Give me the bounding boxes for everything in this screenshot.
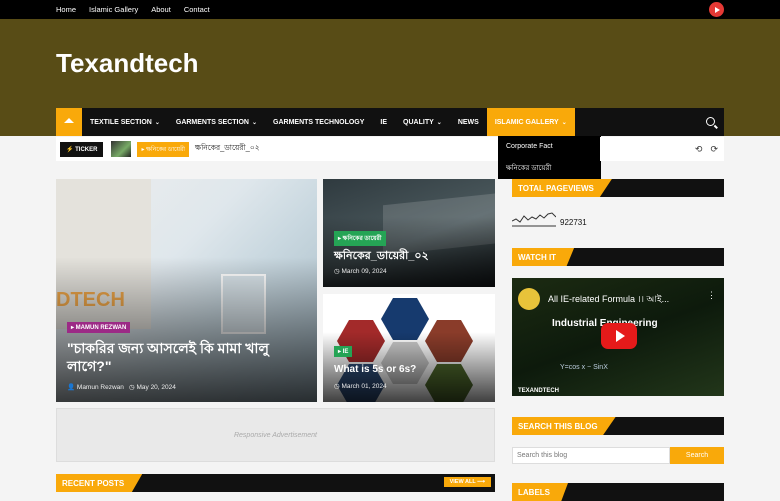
ticker-controls: ⟲ ⟳	[600, 137, 724, 161]
main-nav: TEXTILE SECTION ⌄ GARMENTS SECTION ⌄ GARME…	[56, 108, 724, 136]
ad-placeholder-text: Responsive Advertisement	[233, 431, 317, 439]
section-title: TOTAL PAGEVIEWS	[512, 179, 612, 197]
youtube-icon[interactable]	[709, 2, 724, 17]
post-date: ◷ March 01, 2024	[334, 383, 387, 390]
chevron-down-icon: ⌄	[436, 119, 442, 126]
post-category-tag[interactable]: ▸ IE	[334, 346, 353, 357]
ticker-bar: ⚡ TICKER ▸ ক্ষনিকের ডায়েরী ক্ষনিকের_ডায…	[56, 137, 498, 161]
chevron-down-icon: ⌄	[154, 119, 160, 126]
featured-post-main[interactable]: DTECH ▸ MAMUN REZWAN "চাকরির জন্য আসলেই …	[56, 179, 317, 402]
post-date: ◷ May 20, 2024	[129, 384, 176, 391]
video-title[interactable]: All IE-related Formula ।। আই...	[548, 292, 669, 307]
play-button-icon[interactable]	[601, 323, 637, 349]
section-title: WATCH IT	[512, 248, 575, 266]
chevron-down-icon: ⌄	[561, 119, 567, 126]
top-links: Home Islamic Gallery About Contact	[56, 0, 210, 19]
nav-item-textile-section[interactable]: TEXTILE SECTION ⌄	[82, 108, 168, 136]
top-link-islamic-gallery[interactable]: Islamic Gallery	[89, 5, 138, 14]
dropdown-item-corporate-fact[interactable]: Corporate Fact	[498, 136, 601, 157]
nav-item-ie[interactable]: IE	[372, 108, 395, 136]
section-title: LABELS	[512, 483, 568, 501]
search-input[interactable]: Search this blog	[512, 447, 670, 464]
labels-header: LABELS	[512, 483, 724, 501]
post-title[interactable]: "চাকরির জন্য আসলেই কি মামা খালু লাগে?"	[67, 339, 307, 375]
nav-item-quality[interactable]: QUALITY ⌄	[395, 108, 450, 136]
top-link-contact[interactable]: Contact	[184, 5, 210, 14]
site-title[interactable]: Texandtech	[56, 48, 199, 79]
ticker-prev-icon[interactable]: ⟲	[695, 144, 703, 155]
search-button[interactable]: Search	[670, 447, 724, 464]
view-all-button[interactable]: VIEW ALL ⟶	[443, 477, 491, 487]
featured-post-diary[interactable]: ▸ ক্ষনিকের ডায়েরী ক্ষনিকের_ডায়েরী_০২ ◷…	[323, 179, 495, 287]
pageviews-widget: 922731	[512, 207, 587, 227]
top-bar: Home Islamic Gallery About Contact	[0, 0, 780, 19]
islamic-gallery-dropdown: Corporate Fact ক্ষনিকের ডায়েরী	[498, 136, 601, 179]
sparkline-chart	[512, 212, 556, 227]
ticker-post-link[interactable]: ক্ষনিকের_ডায়েরী_০২	[195, 143, 260, 155]
post-category-tag[interactable]: ▸ ক্ষনিকের ডায়েরী	[334, 231, 386, 246]
top-link-about[interactable]: About	[151, 5, 171, 14]
top-link-home[interactable]: Home	[56, 5, 76, 14]
channel-logo[interactable]	[518, 288, 540, 310]
video-formula-graphic: Y=cos x − SinX	[560, 364, 608, 371]
video-footer-label: TEXANDTECH	[518, 388, 560, 394]
nav-item-islamic-gallery[interactable]: ISLAMIC GALLERY ⌄	[486, 108, 575, 136]
pageviews-count: 922731	[560, 218, 587, 227]
ad-slot: Responsive Advertisement	[56, 408, 495, 462]
section-title: SEARCH THIS BLOG	[512, 417, 616, 435]
dropdown-item-diary[interactable]: ক্ষনিকের ডায়েরী	[498, 157, 601, 178]
youtube-embed[interactable]: All IE-related Formula ।। আই... ⋮ Indust…	[512, 278, 724, 396]
chevron-down-icon: ⌄	[252, 119, 258, 126]
section-title: RECENT POSTS	[56, 474, 143, 492]
ticker-thumbnail[interactable]	[111, 141, 132, 157]
post-title[interactable]: What is 5s or 6s?	[334, 364, 416, 375]
search-icon[interactable]	[706, 117, 715, 126]
featured-post-5s[interactable]: ▸ IE What is 5s or 6s? ◷ March 01, 2024	[323, 294, 495, 402]
nav-item-news[interactable]: NEWS	[450, 108, 487, 136]
search-blog-header: SEARCH THIS BLOG	[512, 417, 724, 435]
ticker-next-icon[interactable]: ⟳	[710, 144, 718, 155]
ticker-label: ⚡ TICKER	[60, 141, 104, 157]
pageviews-header: TOTAL PAGEVIEWS	[512, 179, 724, 197]
post-category-tag[interactable]: ▸ MAMUN REZWAN	[67, 322, 131, 333]
home-icon[interactable]	[56, 108, 82, 136]
recent-posts-header: RECENT POSTS VIEW ALL ⟶	[56, 474, 495, 492]
nav-item-garments-technology[interactable]: GARMENTS TECHNOLOGY	[265, 108, 372, 136]
ticker-category-tag[interactable]: ▸ ক্ষনিকের ডায়েরী	[137, 141, 190, 157]
nav-item-garments-section[interactable]: GARMENTS SECTION ⌄	[168, 108, 265, 136]
post-title[interactable]: ক্ষনিকের_ডায়েরী_০২	[334, 247, 429, 266]
post-author[interactable]: 👤 Mamun Rezwan	[67, 383, 124, 391]
watch-it-header: WATCH IT	[512, 248, 724, 266]
more-options-icon[interactable]: ⋮	[707, 290, 716, 301]
post-date: ◷ March 09, 2024	[334, 268, 387, 275]
